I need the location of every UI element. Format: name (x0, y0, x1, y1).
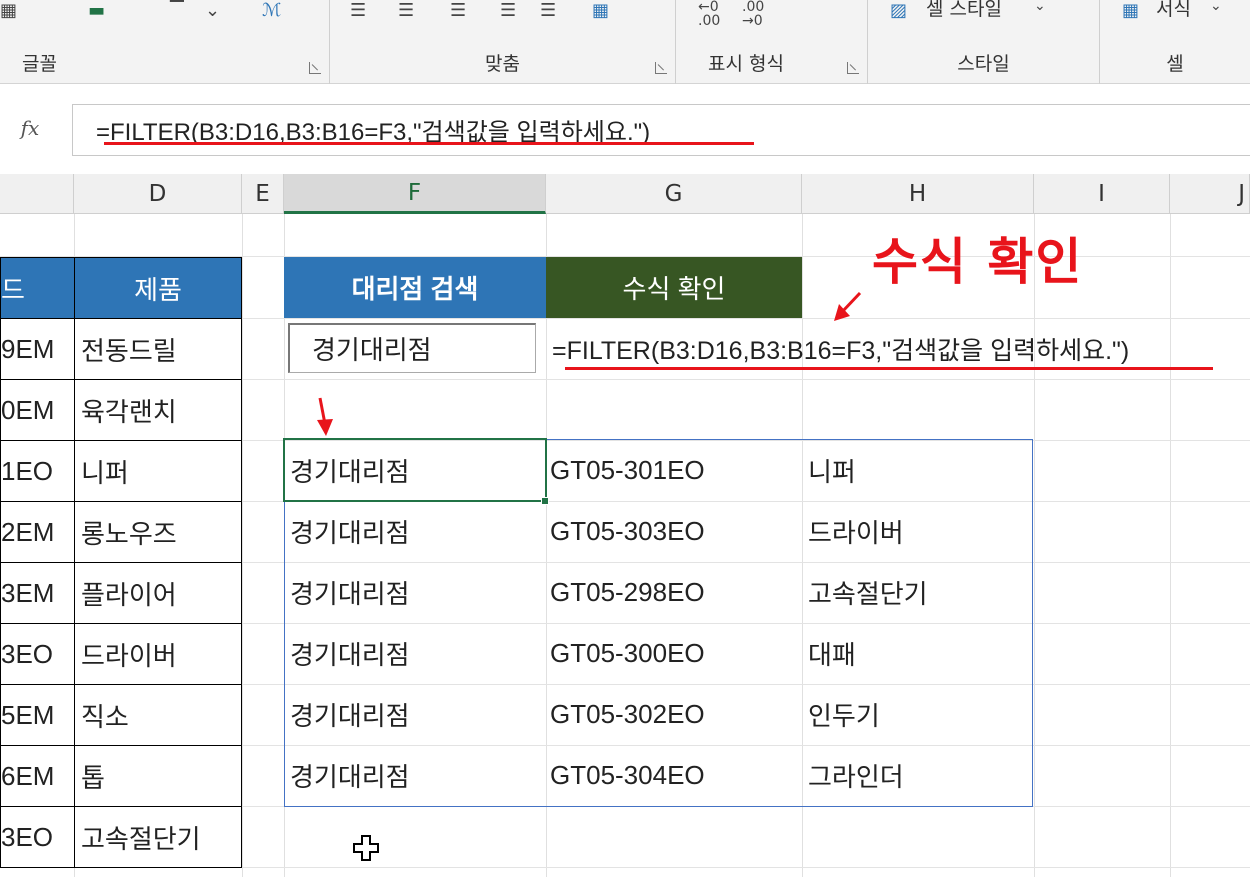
cell-style-button[interactable]: 셀 스타일 (926, 0, 1002, 21)
grid-line (1034, 214, 1035, 877)
code-header-cell[interactable]: 드 (0, 257, 75, 319)
insert-function-icon[interactable]: fx (0, 104, 60, 152)
fill-handle[interactable] (541, 497, 549, 505)
dealer-search-input[interactable]: 경기대리점 (288, 323, 536, 373)
product-cell[interactable]: 전동드릴 (74, 318, 242, 380)
product-cell[interactable]: 롱노우즈 (74, 501, 242, 563)
styles-group: ▨ 셀 스타일 ⌄ 스타일 (868, 0, 1100, 84)
align-top-icon[interactable]: ☰ (350, 0, 366, 21)
align-bottom-icon[interactable]: ☰ (450, 0, 466, 21)
result-dealer-cell[interactable]: 경기대리점 (284, 745, 546, 806)
result-product-cell[interactable]: 고속절단기 (808, 562, 1034, 623)
formula-bar-underline (104, 142, 754, 145)
format-button[interactable]: 서식 (1156, 0, 1191, 21)
dropdown-icon[interactable]: ⌄ (205, 0, 220, 21)
result-code-cell[interactable]: GT05-298EO (550, 562, 802, 623)
cells-group: ▦ 서식 ⌄ 셀 (1100, 0, 1250, 84)
number-group: ←0.00 .00 →0 표시 형식 (676, 0, 868, 84)
column-header-d[interactable]: D (74, 174, 242, 214)
styles-group-label: 스타일 (957, 53, 1010, 75)
code-cell[interactable]: 3EM (0, 562, 75, 624)
column-header-e[interactable]: E (242, 174, 284, 214)
annotation-arrow-icon (834, 291, 862, 321)
dealer-search-header[interactable]: 대리점 검색 (284, 257, 546, 318)
fill-color-icon[interactable]: ▬ (88, 0, 105, 21)
font-group: ▦ ▬ ▔ ⌄ ℳ 글꼴 (0, 0, 330, 84)
column-header-f[interactable]: F (284, 174, 546, 214)
product-cell[interactable]: 드라이버 (74, 623, 242, 685)
decrease-decimal-icon[interactable]: ←0.00 (698, 0, 720, 28)
chevron-down-icon[interactable]: ⌄ (1210, 0, 1222, 14)
code-cell[interactable]: 9EM (0, 318, 75, 380)
code-cell[interactable]: 1EO (0, 440, 75, 502)
cells-group-label: 셀 (1166, 53, 1184, 75)
result-dealer-cell[interactable]: 경기대리점 (284, 623, 546, 684)
product-cell[interactable]: 톱 (74, 745, 242, 807)
indent-decrease-icon[interactable]: ☰ (500, 0, 516, 21)
product-cell[interactable]: 플라이어 (74, 562, 242, 624)
code-cell[interactable]: 3EO (0, 623, 75, 685)
format-icon[interactable]: ▦ (1122, 0, 1139, 21)
column-header-c[interactable] (0, 174, 74, 214)
code-cell[interactable]: 3EO (0, 806, 75, 868)
product-cell[interactable]: 고속절단기 (74, 806, 242, 868)
result-product-cell[interactable]: 드라이버 (808, 501, 1034, 562)
result-product-cell[interactable]: 니퍼 (808, 440, 1034, 501)
indent-increase-icon[interactable]: ☰ (540, 0, 556, 21)
number-group-label: 표시 형식 (708, 53, 784, 75)
column-header-h[interactable]: H (802, 174, 1034, 214)
formula-check-header[interactable]: 수식 확인 (546, 257, 802, 318)
product-header-cell[interactable]: 제품 (74, 257, 242, 319)
cell-style-icon[interactable]: ▨ (890, 0, 907, 21)
number-dialog-launcher-icon[interactable] (847, 62, 859, 74)
result-dealer-cell[interactable]: 경기대리점 (284, 501, 546, 562)
code-cell[interactable]: 6EM (0, 745, 75, 807)
result-code-cell[interactable]: GT05-303EO (550, 501, 802, 562)
code-cell[interactable]: 0EM (0, 379, 75, 441)
formula-cell-underline (565, 367, 1213, 370)
font-border-icon[interactable]: ▦ (0, 0, 17, 21)
font-group-label: 글꼴 (22, 53, 57, 75)
product-cell[interactable]: 직소 (74, 684, 242, 746)
align-middle-icon[interactable]: ☰ (398, 0, 414, 21)
product-cell[interactable]: 니퍼 (74, 440, 242, 502)
alignment-group: ☰ ☰ ☰ ☰ ☰ ▦ 맞춤 (330, 0, 676, 84)
column-header-j[interactable]: J (1170, 174, 1250, 214)
cell-cursor-icon (353, 835, 379, 861)
font-dialog-launcher-icon[interactable] (309, 62, 321, 74)
merge-cells-icon[interactable]: ▦ (592, 0, 609, 21)
result-dealer-cell[interactable]: 경기대리점 (284, 684, 546, 745)
font-color-icon[interactable]: ▔ (170, 0, 184, 21)
phonetic-icon[interactable]: ℳ (262, 0, 281, 21)
alignment-dialog-launcher-icon[interactable] (655, 62, 667, 74)
result-product-cell[interactable]: 대패 (808, 623, 1034, 684)
grid-line (242, 214, 243, 877)
code-cell[interactable]: 5EM (0, 684, 75, 746)
result-code-cell[interactable]: GT05-304EO (550, 745, 802, 806)
product-cell[interactable]: 육각랜치 (74, 379, 242, 441)
code-cell[interactable]: 2EM (0, 501, 75, 563)
result-code-cell[interactable]: GT05-302EO (550, 684, 802, 745)
ribbon: ▦ ▬ ▔ ⌄ ℳ 글꼴 ☰ ☰ ☰ ☰ ☰ ▦ 맞춤 ←0.00 .00 →0 … (0, 0, 1250, 84)
column-header-g[interactable]: G (546, 174, 802, 214)
result-product-cell[interactable]: 그라인더 (808, 745, 1034, 806)
result-product-cell[interactable]: 인두기 (808, 684, 1034, 745)
increase-decimal-icon[interactable]: .00 →0 (742, 0, 764, 28)
annotation-title: 수식 확인 (872, 233, 1084, 291)
active-cell-selection[interactable] (283, 438, 547, 502)
result-code-cell[interactable]: GT05-301EO (550, 440, 802, 501)
spill-arrow-icon (317, 397, 333, 436)
result-dealer-cell[interactable]: 경기대리점 (284, 562, 546, 623)
chevron-down-icon[interactable]: ⌄ (1034, 0, 1046, 14)
alignment-group-label: 맞춤 (485, 53, 520, 75)
grid-line (1170, 214, 1171, 877)
result-code-cell[interactable]: GT05-300EO (550, 623, 802, 684)
column-header-i[interactable]: I (1034, 174, 1170, 214)
